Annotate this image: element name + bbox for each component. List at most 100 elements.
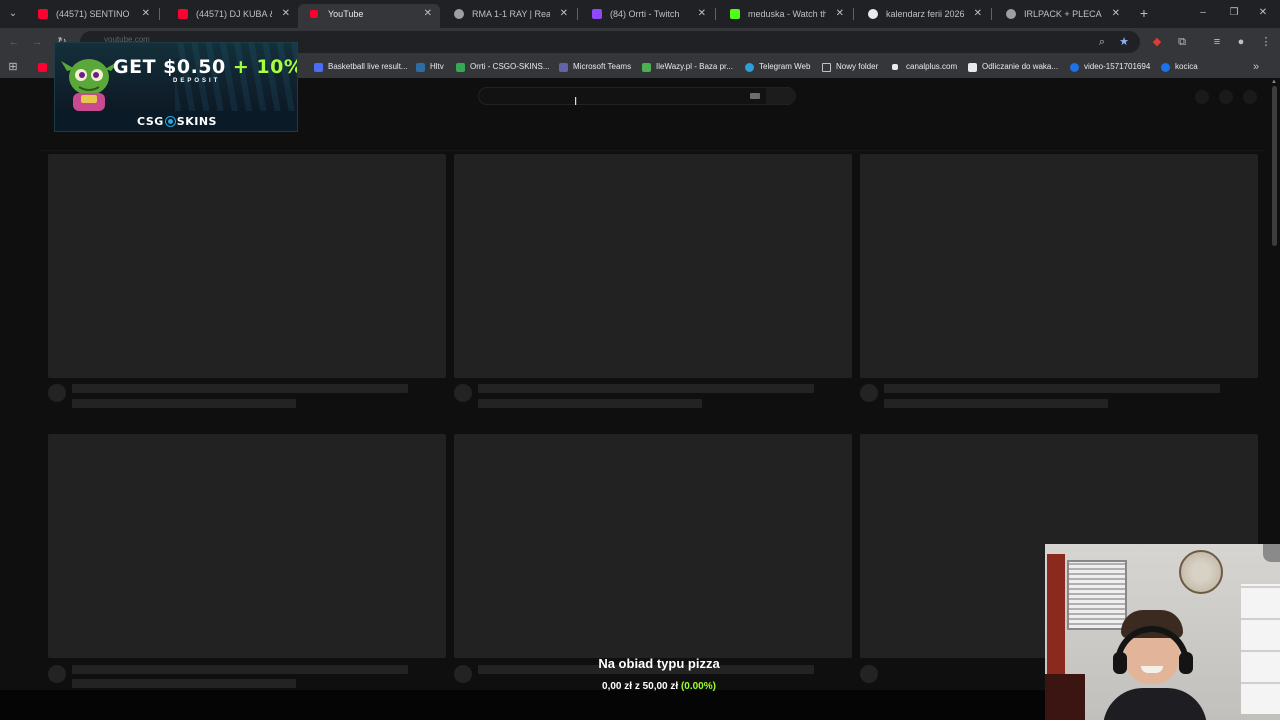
video-thumbnail-placeholder[interactable] xyxy=(48,434,446,658)
bookmarks-overflow-chevron-icon[interactable]: » xyxy=(1249,59,1263,75)
bookmark-item[interactable]: canalplus.com xyxy=(892,60,957,74)
browser-tab[interactable]: (44571) SENTINO - Lato p ✕ xyxy=(26,4,158,26)
channel-avatar-placeholder xyxy=(454,665,472,683)
webcam-punching-bag xyxy=(1045,674,1085,720)
channel-avatar-placeholder xyxy=(454,384,472,402)
tab-title: kalendarz ferii 2026 - Szu xyxy=(886,9,964,19)
youtube-search-button[interactable] xyxy=(766,88,796,104)
video-thumbnail-placeholder[interactable] xyxy=(48,154,446,378)
minimize-button[interactable]: – xyxy=(1196,6,1210,20)
bookmark-item[interactable]: Hltv xyxy=(416,60,444,74)
page-scrollbar[interactable] xyxy=(1272,86,1277,246)
streamer-smile xyxy=(1141,666,1163,673)
bookmark-youtube[interactable] xyxy=(38,60,52,74)
browser-tab[interactable]: (84) Orrti - Twitch ✕ xyxy=(580,4,714,26)
bookmark-item[interactable]: IleWazy.pl - Baza pr... xyxy=(642,60,733,74)
tab-close-icon[interactable]: ✕ xyxy=(698,4,706,24)
bookmark-item[interactable]: kocica xyxy=(1161,60,1198,74)
bookmark-favicon-icon xyxy=(745,63,754,72)
ad-subtitle: DEPOSIT xyxy=(173,78,221,84)
meta-placeholder xyxy=(72,399,296,408)
bookmark-label: kocica xyxy=(1175,62,1198,71)
placeholder-circle-icon xyxy=(1219,90,1233,104)
folder-icon xyxy=(822,63,831,72)
tab-close-icon[interactable]: ✕ xyxy=(836,4,844,24)
bookmark-item[interactable]: Microsoft Teams xyxy=(559,60,631,74)
globe-favicon-icon xyxy=(1006,9,1016,19)
star-icon[interactable]: ★ xyxy=(1117,34,1131,50)
channel-avatar-placeholder xyxy=(48,384,66,402)
donation-goal-percent: (0.00%) xyxy=(680,681,716,692)
browser-tab[interactable]: RMA 1-1 RAY | Real Madr ✕ xyxy=(442,4,576,26)
browser-tab[interactable]: meduska - Watch the VO ✕ xyxy=(718,4,852,26)
browser-tab[interactable]: IRLPACK + PLECAK DO W ✕ xyxy=(994,4,1128,26)
browser-tab[interactable]: kalendarz ferii 2026 - Szu ✕ xyxy=(856,4,990,26)
text-cursor-icon: I xyxy=(574,95,578,108)
title-placeholder xyxy=(884,384,1220,393)
tab-close-icon[interactable]: ✕ xyxy=(1112,4,1120,24)
youtube-icon xyxy=(38,63,47,72)
browser-tab[interactable]: (44571) DJ KUBA & NEITA ✕ xyxy=(166,4,298,26)
channel-avatar-placeholder xyxy=(860,384,878,402)
tab-strip: ⌄ (44571) SENTINO - Lato p ✕ (44571) DJ … xyxy=(0,0,1280,28)
webcam-wall-clock xyxy=(1179,550,1223,594)
profile-icon[interactable]: ● xyxy=(1234,34,1248,50)
title-placeholder xyxy=(72,384,408,393)
bookmark-label: Odliczanie do waka... xyxy=(982,62,1059,71)
video-thumbnail-placeholder[interactable] xyxy=(454,434,852,658)
video-thumbnail-placeholder[interactable] xyxy=(454,154,852,378)
close-window-button[interactable]: ✕ xyxy=(1256,6,1270,20)
goblin-mascot-icon xyxy=(61,59,119,111)
video-thumbnail-placeholder[interactable] xyxy=(860,154,1258,378)
logo-right-text: SKINS xyxy=(176,115,217,128)
donation-goal-widget: Na obiad typu pizza 0,00 zł z 50,00 zł (… xyxy=(546,656,772,700)
tab-search-chevron-down-icon[interactable]: ⌄ xyxy=(6,7,20,21)
meta-placeholder xyxy=(884,399,1108,408)
ad-headline-bonus: + 10% xyxy=(232,56,298,78)
kick-favicon-icon xyxy=(730,9,740,19)
bookmark-item[interactable]: Basketball live result... xyxy=(314,60,408,74)
kebab-menu-icon[interactable]: ⋮ xyxy=(1259,34,1273,50)
new-tab-button[interactable]: + xyxy=(1137,5,1151,21)
tab-close-icon[interactable]: ✕ xyxy=(560,4,568,24)
tab-separator xyxy=(577,8,578,20)
scroll-up-arrow-icon[interactable]: ▲ xyxy=(1271,79,1278,85)
extension-red-icon[interactable]: ◆ xyxy=(1150,34,1164,50)
placeholder-circle-icon xyxy=(1243,90,1257,104)
tab-close-icon[interactable]: ✕ xyxy=(142,4,150,24)
headset-earcup-left xyxy=(1113,652,1127,674)
puzzle-icon[interactable]: ⧉ xyxy=(1175,34,1189,50)
tab-close-icon[interactable]: ✕ xyxy=(974,4,982,24)
bookmark-folder[interactable]: Nowy folder xyxy=(822,60,878,74)
placeholder-circle-icon xyxy=(1195,90,1209,104)
bookmark-favicon-icon xyxy=(968,63,977,72)
bookmark-label: IleWazy.pl - Baza pr... xyxy=(656,62,733,71)
bookmark-item[interactable]: Odliczanie do waka... xyxy=(968,60,1058,74)
browser-tab-active[interactable]: YouTube ✕ xyxy=(298,4,440,28)
youtube-favicon-icon xyxy=(178,9,188,19)
back-arrow-left-icon[interactable]: ← xyxy=(7,34,21,50)
bookmark-item[interactable]: Orrti - CSGO-SKINS... xyxy=(456,60,550,74)
bookmark-label: canalplus.com xyxy=(906,62,958,71)
restore-button[interactable]: ❐ xyxy=(1227,6,1241,20)
keyboard-icon[interactable] xyxy=(750,93,760,99)
youtube-favicon-icon xyxy=(38,9,48,19)
magnifier-icon[interactable]: ⌕ xyxy=(1095,34,1109,50)
bookmark-item[interactable]: Telegram Web xyxy=(745,60,810,74)
bookmark-favicon-icon xyxy=(1161,63,1170,72)
tab-close-icon[interactable]: ✕ xyxy=(424,4,432,24)
donation-goal-progress: 0,00 zł z 50,00 zł (0.00%) xyxy=(546,681,772,692)
google-favicon-icon xyxy=(868,9,878,19)
tab-separator xyxy=(853,8,854,20)
sponsor-ad-banner: GET $0.50 + 10% DEPOSIT CSG SKINS xyxy=(54,42,298,132)
bookmark-favicon-icon xyxy=(416,63,425,72)
bookmark-label: Telegram Web xyxy=(759,62,811,71)
tab-title: (84) Orrti - Twitch xyxy=(610,9,680,19)
forward-arrow-right-icon[interactable]: → xyxy=(30,34,44,50)
media-control-icon[interactable]: ≡ xyxy=(1210,34,1224,50)
bookmark-item[interactable]: video-1571701694 xyxy=(1070,60,1150,74)
tab-close-icon[interactable]: ✕ xyxy=(282,4,290,24)
apps-grid-icon[interactable]: ⊞ xyxy=(6,59,20,75)
youtube-search-input[interactable] xyxy=(478,87,796,105)
tab-title: meduska - Watch the VO xyxy=(748,9,826,19)
